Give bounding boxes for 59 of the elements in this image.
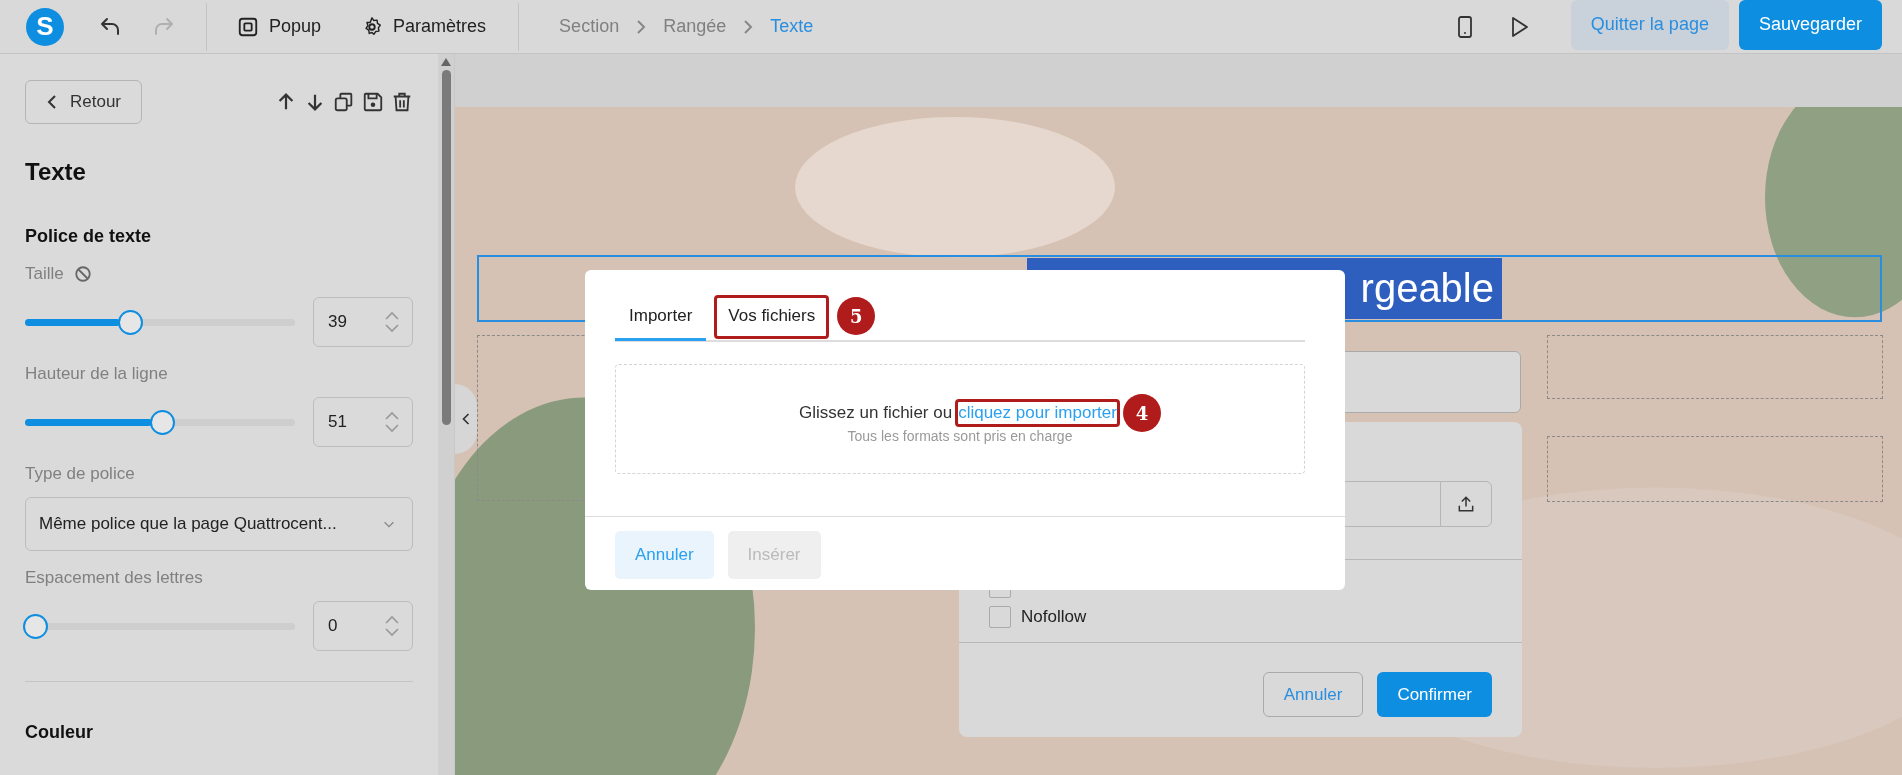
chevron-right-icon — [742, 18, 755, 35]
section-title: Couleur — [25, 722, 94, 743]
checkbox-label: Nofollow — [1021, 607, 1087, 627]
checkbox[interactable] — [989, 606, 1011, 628]
confirm-button[interactable]: Confirmer — [1377, 672, 1492, 717]
upload-icon[interactable] — [1440, 481, 1492, 527]
cancel-button[interactable]: Annuler — [1262, 672, 1364, 717]
slider-track[interactable] — [25, 309, 295, 335]
copy-icon[interactable] — [333, 91, 355, 113]
collapse-tab[interactable] — [455, 384, 477, 454]
tab[interactable]: Importer — [615, 293, 707, 341]
settings-button[interactable]: Paramètres — [353, 9, 495, 44]
step-badge: 5 — [837, 297, 876, 335]
stepper-arrows-icon[interactable] — [384, 410, 400, 434]
field-label: Hauteur de la ligne — [25, 364, 168, 384]
font-dropdown[interactable]: Même police que la page Quattrocent... — [25, 497, 413, 551]
chevron-right-icon — [635, 18, 648, 35]
empty-block[interactable] — [1547, 436, 1883, 502]
slider-track[interactable] — [25, 613, 295, 639]
slider-thumb[interactable] — [117, 309, 143, 335]
number-input[interactable]: 0 — [313, 601, 413, 651]
scrollbar-thumb[interactable] — [441, 70, 451, 425]
heading-text: rgeable — [1360, 266, 1494, 311]
app-logo[interactable]: S — [26, 7, 64, 46]
prohibited-icon[interactable] — [73, 265, 92, 283]
panel-title: Texte — [25, 158, 87, 186]
slider-track[interactable] — [25, 409, 295, 435]
save-icon[interactable] — [362, 91, 384, 113]
back-button[interactable]: Retour — [25, 80, 143, 124]
import-link[interactable]: cliquez pour importer — [956, 400, 1119, 426]
section-title: Police de texte — [25, 226, 153, 247]
stepper-arrows-icon[interactable] — [384, 614, 400, 638]
field-label: Type de police — [25, 464, 135, 484]
slider-thumb[interactable] — [149, 409, 175, 435]
cancel-button[interactable]: Annuler — [615, 531, 714, 579]
scroll-up-arrow-icon[interactable] — [441, 58, 451, 66]
empty-block[interactable] — [1547, 335, 1883, 399]
number-input[interactable]: 39 — [313, 297, 413, 347]
hint-text: Tous les formats sont pris en charge — [847, 428, 1073, 444]
field-label: Taille — [25, 264, 64, 284]
chevron-left-icon — [461, 412, 471, 426]
field-label: Espacement des lettres — [25, 568, 203, 588]
square-icon — [237, 15, 259, 38]
drop-text: Glissez un fichier ou — [799, 403, 953, 423]
breadcrumb-link[interactable]: Section — [559, 16, 620, 37]
quit-page-button[interactable]: Quitter la page — [1570, 0, 1729, 50]
step-badge: 4 — [1122, 394, 1161, 432]
chevron-left-icon — [46, 94, 58, 110]
popup-button[interactable]: Popup — [229, 9, 330, 44]
breadcrumb-link[interactable]: Texte — [770, 16, 814, 37]
slider-thumb[interactable] — [23, 613, 48, 639]
save-button[interactable]: Sauvegarder — [1738, 0, 1882, 50]
breadcrumb-link[interactable]: Rangée — [663, 16, 727, 37]
trash-icon[interactable] — [391, 91, 413, 113]
stepper-arrows-icon[interactable] — [384, 310, 400, 334]
tab[interactable]: Vos fichiers — [714, 295, 830, 339]
drop-zone[interactable]: Glissez un fichier ou cliquez pour importer 4 Tous les formats sont pris en charge — [615, 364, 1305, 474]
number-input[interactable]: 51 — [313, 397, 413, 447]
scrollbar[interactable] — [438, 54, 454, 775]
